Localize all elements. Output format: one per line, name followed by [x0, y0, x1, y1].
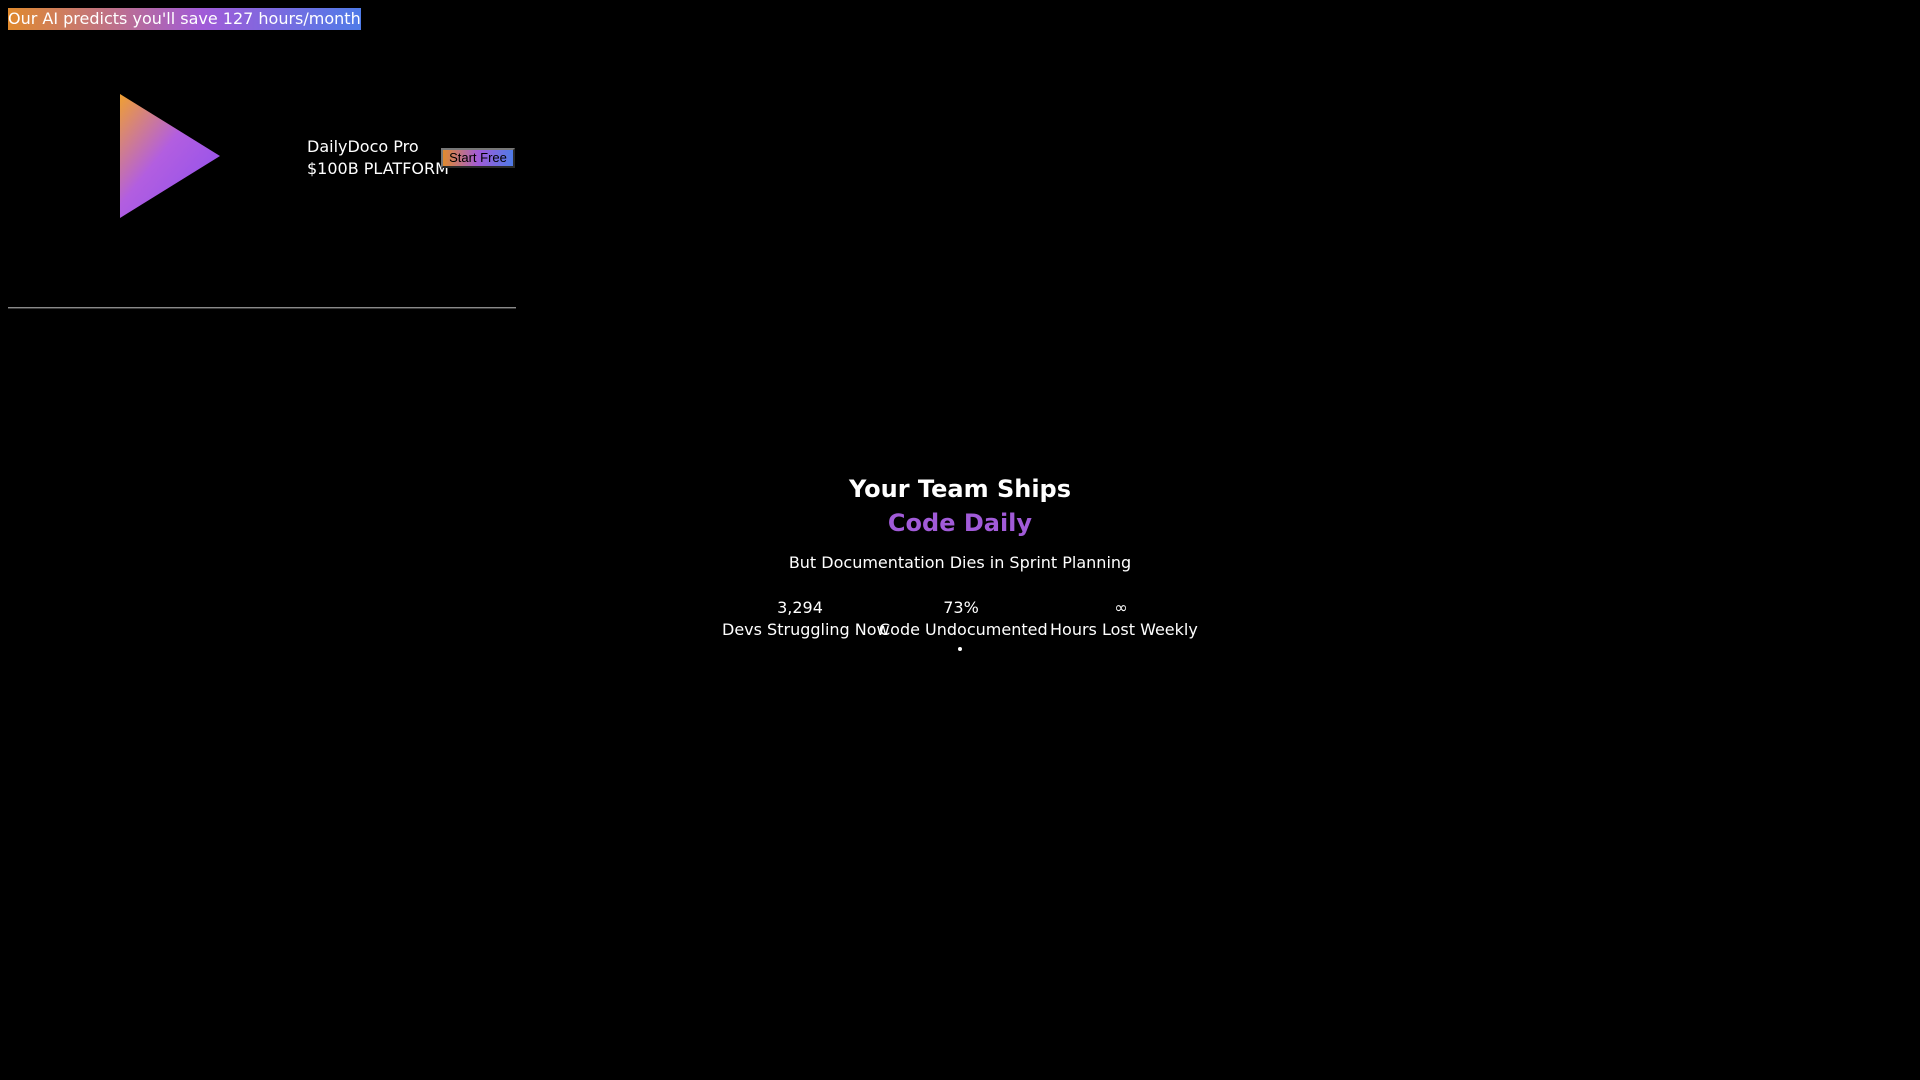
stat-code-undocumented: 73% Code Undocumented [879, 597, 1048, 641]
stat-devs-struggling: 3,294 Devs Struggling Now [722, 597, 890, 641]
stat-label: Code Undocumented [879, 620, 1048, 639]
stat-hours-lost: ∞ Hours Lost Weekly [1050, 597, 1198, 641]
stat-value: 73% [943, 598, 979, 617]
header-divider [8, 307, 516, 309]
stat-label: Hours Lost Weekly [1050, 620, 1198, 639]
stat-label: Devs Struggling Now [722, 620, 890, 639]
ai-savings-banner: Our AI predicts you'll save 127 hours/mo… [8, 8, 361, 30]
hero-title-line2: Code Daily [887, 509, 1033, 537]
brand: DailyDoco Pro $100B PLATFORM [307, 136, 449, 180]
start-free-button[interactable]: Start Free [441, 148, 515, 168]
header: DailyDoco Pro $100B PLATFORM Start Free [8, 60, 516, 250]
stats-row: 3,294 Devs Struggling Now 73% Code Undoc… [722, 597, 1198, 641]
hero-title-line1: Your Team Ships [848, 475, 1072, 503]
landing-page: Our AI predicts you'll save 127 hours/mo… [0, 0, 1920, 1080]
play-triangle-icon [120, 94, 220, 218]
hero-section: Your Team Ships Code Daily But Documenta… [0, 472, 1920, 574]
hero-subtitle: But Documentation Dies in Sprint Plannin… [788, 553, 1132, 572]
stat-value: 3,294 [777, 598, 823, 617]
brand-name: DailyDoco Pro [307, 137, 419, 156]
bullet-dot [958, 647, 962, 651]
brand-tagline: $100B PLATFORM [307, 159, 449, 178]
stat-value: ∞ [1114, 598, 1128, 617]
